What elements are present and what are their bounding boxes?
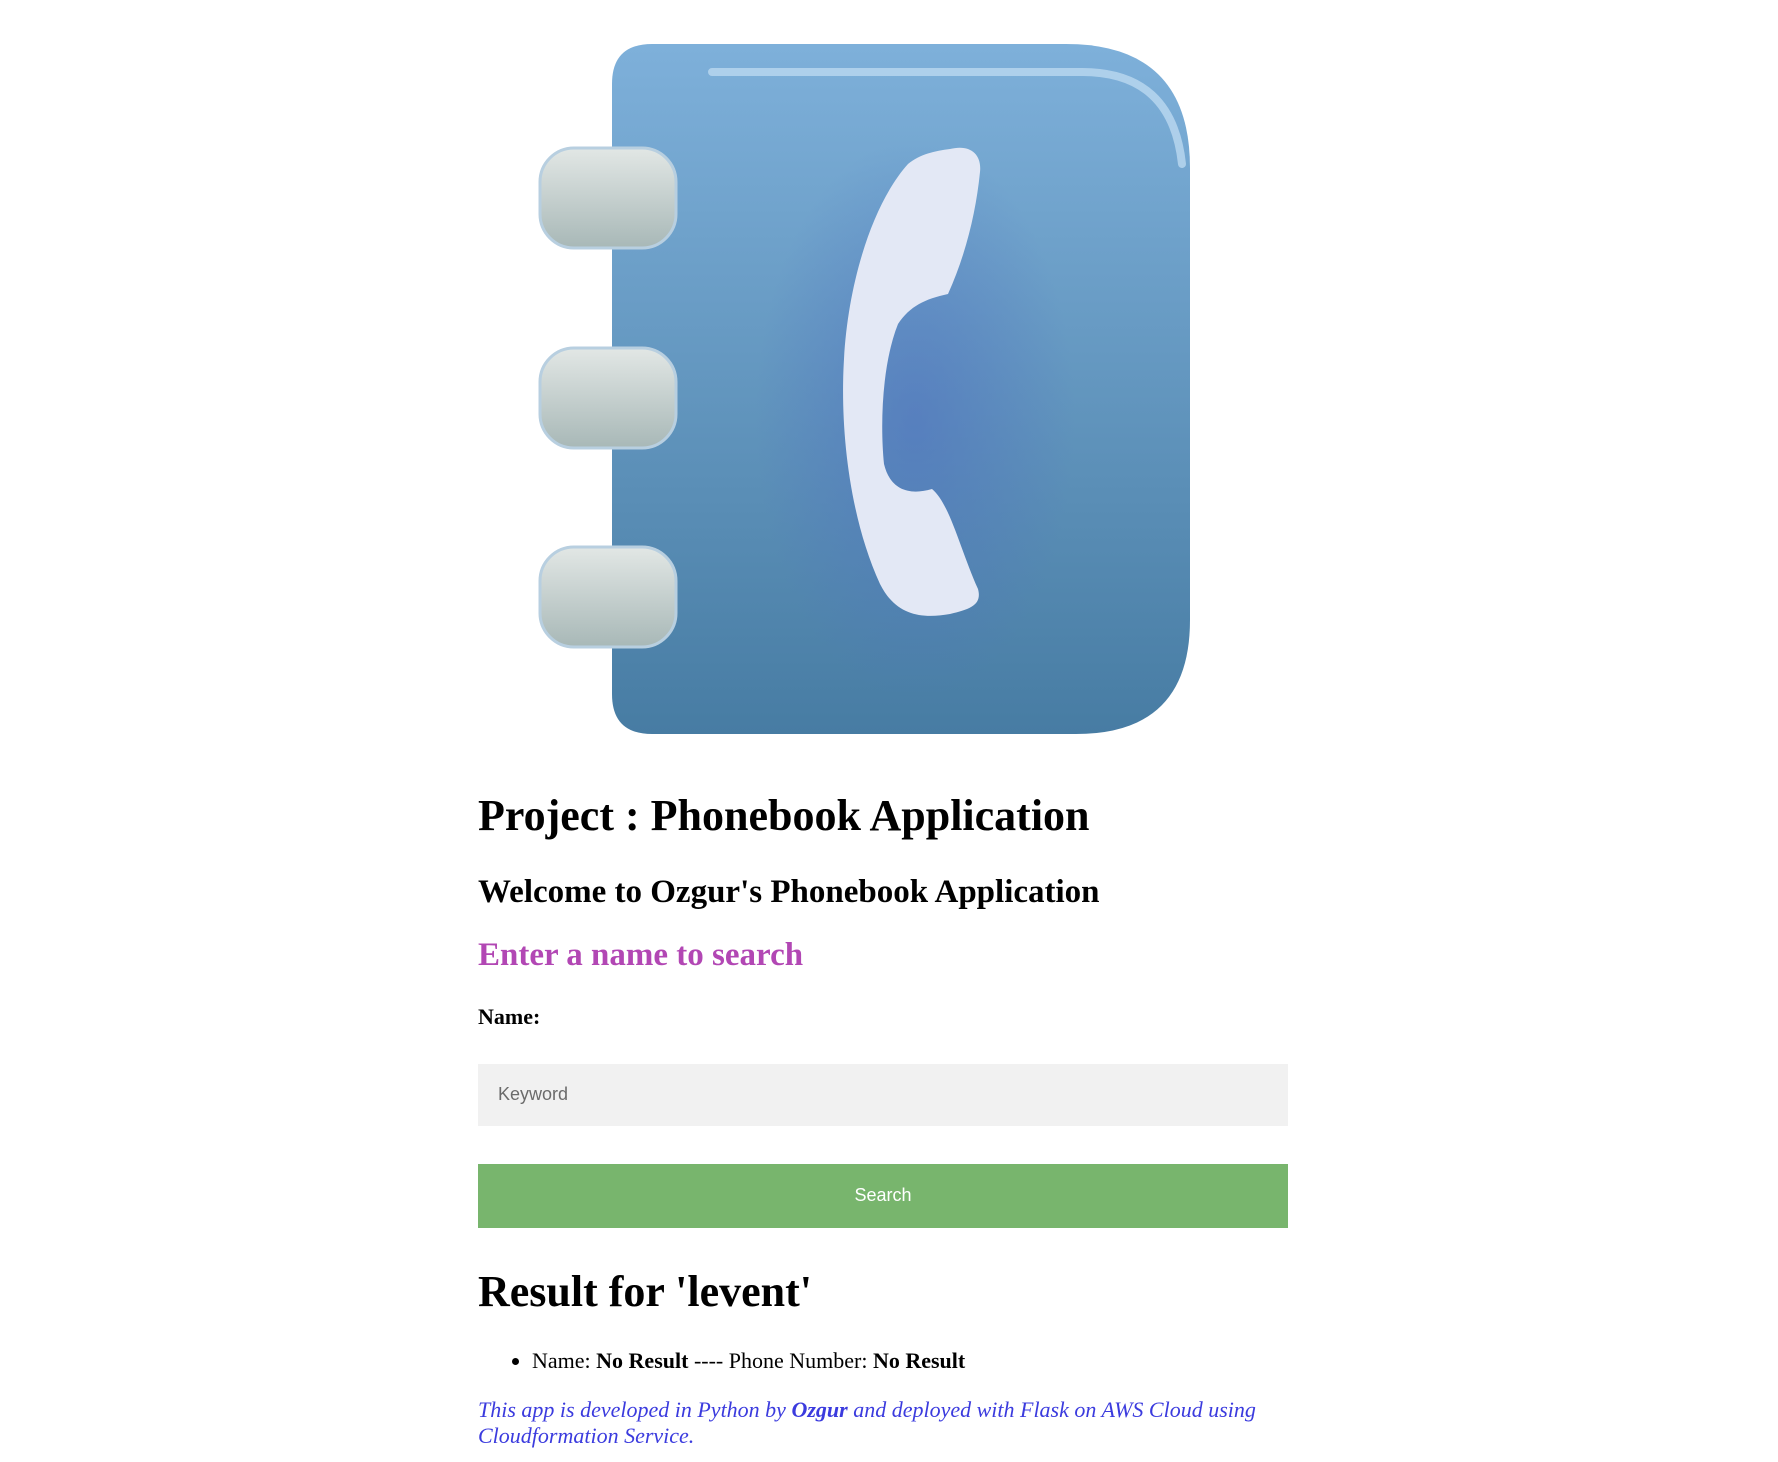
search-form: Name: Search [478, 1004, 1288, 1228]
main-content: Project : Phonebook Application Welcome … [478, 790, 1288, 1448]
name-value: No Result [596, 1347, 689, 1373]
phonebook-icon [538, 44, 1190, 734]
name-prefix: Name: [532, 1347, 597, 1373]
footer-text-before: This app is developed in Python by [478, 1397, 792, 1423]
phone-prefix: ---- Phone Number: [688, 1347, 873, 1373]
ring-1 [538, 146, 678, 250]
footer-note: This app is developed in Python by Ozgur… [478, 1397, 1278, 1448]
footer-author: Ozgur [791, 1397, 848, 1423]
list-item: Name: No Result ---- Phone Number: No Re… [532, 1347, 1288, 1376]
ring-3 [538, 545, 678, 649]
keyword-input[interactable] [478, 1063, 1288, 1126]
search-button[interactable]: Search [478, 1163, 1288, 1228]
result-list: Name: No Result ---- Phone Number: No Re… [478, 1347, 1288, 1376]
phone-value: No Result [872, 1347, 966, 1373]
welcome-heading: Welcome to Ozgur's Phonebook Application [478, 873, 1100, 910]
search-prompt: Enter a name to search [478, 937, 804, 974]
ring-2 [538, 346, 678, 450]
page-title: Project : Phonebook Application [478, 791, 1090, 840]
name-label: Name: [478, 1003, 541, 1029]
phonebook-logo [530, 44, 1230, 754]
result-title: Result for 'levent' [478, 1266, 813, 1316]
